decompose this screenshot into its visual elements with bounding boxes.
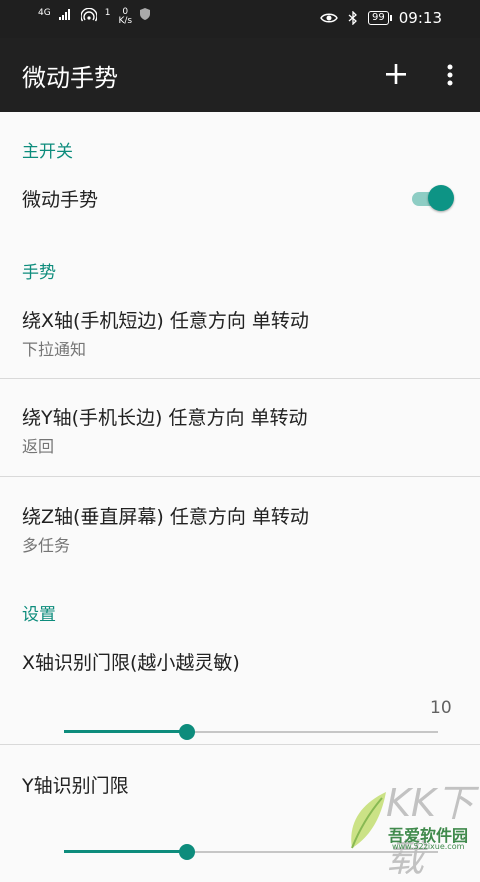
x-threshold-slider[interactable]: [64, 722, 438, 742]
section-header-main-switch: 主开关: [22, 142, 73, 162]
plus-icon: [386, 64, 406, 84]
site-watermark: KK下载 吾爱软件园 www.52zixue.com: [346, 770, 480, 880]
gesture-row-x-axis[interactable]: [0, 290, 480, 378]
gesture-action-y-axis: 返回: [22, 437, 55, 456]
gesture-action-x-axis: 下拉通知: [22, 340, 87, 359]
speed-unit: K/s: [118, 16, 133, 26]
status-bar-right: 99 09:13: [320, 9, 442, 27]
watermark-url: www.52zixue.com: [392, 842, 465, 851]
battery-indicator: 99: [368, 11, 392, 25]
main-switch-toggle[interactable]: [410, 185, 456, 211]
clock: 09:13: [398, 9, 442, 27]
network-speed: 0 K/s: [118, 8, 132, 26]
slider-thumb[interactable]: [179, 844, 196, 860]
slider-thumb[interactable]: [179, 724, 196, 740]
section-header-settings: 设置: [22, 605, 56, 625]
status-bar: 4G 1 0 K/s 99 09:13: [0, 0, 480, 38]
x-threshold-value: 10: [430, 698, 452, 718]
network-type: 4G: [38, 8, 51, 18]
bluetooth-icon: [348, 11, 357, 25]
app-bar: 微动手势: [0, 38, 480, 112]
gesture-title-y-axis: 绕Y轴(手机长边) 任意方向 单转动: [22, 407, 308, 429]
x-threshold-label: X轴识别门限(越小越灵敏): [22, 652, 240, 674]
signal-icon: [58, 9, 70, 20]
divider: [0, 744, 480, 745]
app-title: 微动手势: [22, 64, 118, 92]
hotspot-icon: [80, 8, 97, 22]
notification-count: 1: [104, 8, 111, 18]
eye-icon: [320, 13, 338, 23]
more-options-button[interactable]: [438, 58, 462, 92]
more-vertical-icon: [447, 64, 453, 86]
gesture-title-z-axis: 绕Z轴(垂直屏幕) 任意方向 单转动: [22, 506, 309, 528]
leaf-logo-icon: [351, 792, 386, 849]
shield-icon: [140, 8, 151, 20]
slider-fill: [64, 730, 188, 733]
y-threshold-label: Y轴识别门限: [22, 775, 129, 797]
section-header-gestures: 手势: [22, 263, 56, 283]
add-button[interactable]: [381, 57, 411, 91]
main-switch-label: 微动手势: [22, 189, 99, 211]
gesture-action-z-axis: 多任务: [22, 536, 71, 555]
status-bar-left: 4G 1 0 K/s: [38, 8, 151, 26]
gesture-title-x-axis: 绕X轴(手机短边) 任意方向 单转动: [22, 310, 309, 332]
toggle-thumb: [428, 185, 454, 211]
